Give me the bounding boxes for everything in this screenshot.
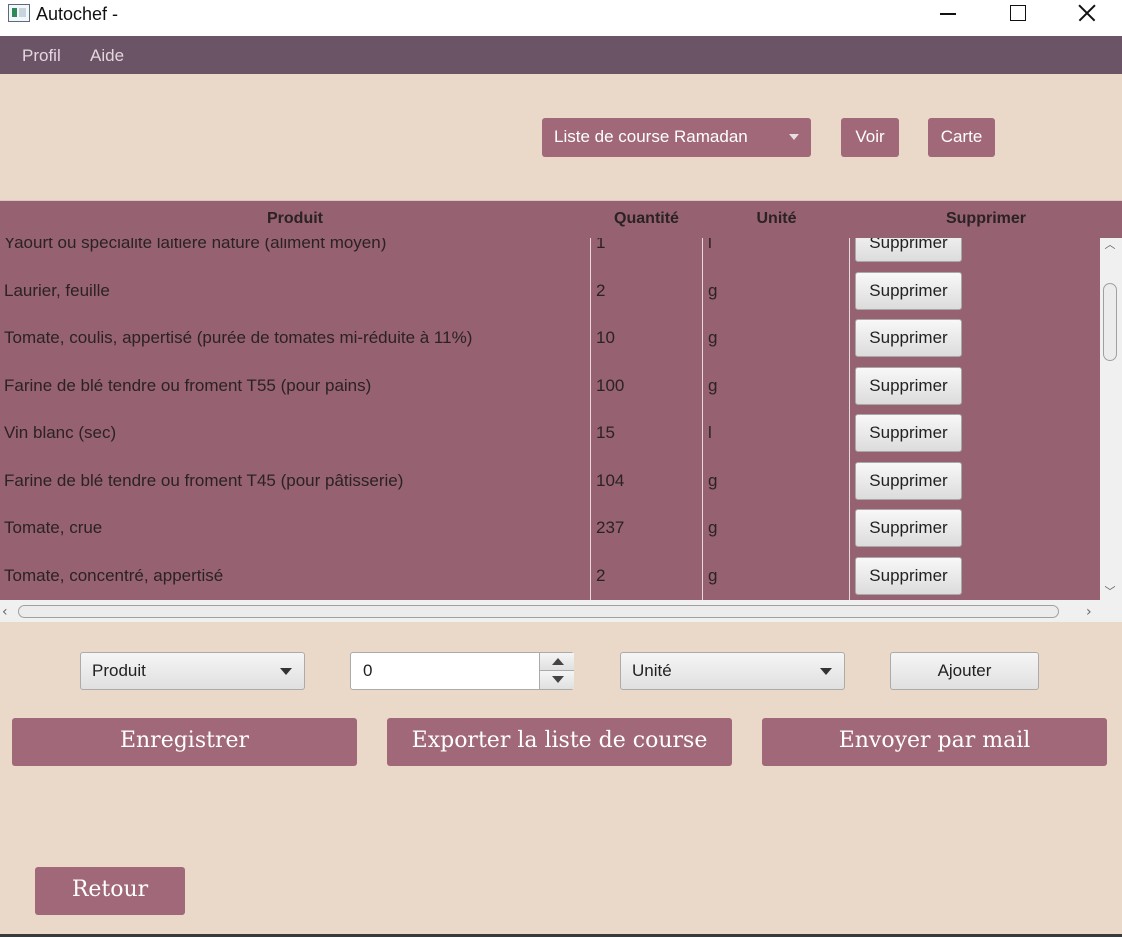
cell-quantite: 2 [596,280,606,300]
save-button[interactable]: Enregistrer [12,718,357,766]
window-title: Autochef - [36,4,119,24]
cell-produit: Farine de blé tendre ou froment T45 (pou… [4,470,404,490]
table-body: Yaourt ou spécialité laitière nature (al… [0,238,1100,600]
cell-unite: g [708,470,718,490]
scrollbar-corner [1100,600,1122,622]
delete-row-button[interactable]: Supprimer [855,271,962,310]
scroll-right-icon[interactable]: › [1086,604,1092,620]
cell-quantite: 15 [596,423,615,442]
cell-produit: Tomate, crue [4,518,103,537]
increment-icon[interactable] [539,653,574,671]
chevron-down-icon [789,134,799,140]
cell-quantite: 237 [596,518,625,537]
table-row[interactable]: Yaourt ou spécialité laitière nature (al… [0,238,1100,268]
app-icon [8,4,30,22]
unit-select-value: Unité [632,661,672,680]
table-row[interactable]: Farine de blé tendre ou froment T45 (pou… [0,458,1100,506]
cell-quantite: 10 [596,328,615,347]
maximize-icon[interactable] [994,0,1040,36]
decrement-icon[interactable] [539,671,574,689]
quantity-stepper[interactable]: 0 [350,652,574,690]
cell-unite: g [708,375,718,395]
shopping-list-table: Produit Quantité Unité Supprimer Yaourt … [0,200,1122,622]
delete-row-button[interactable]: Supprimer [855,556,962,595]
menu-bar: Profil Aide [0,36,1122,74]
column-header-quantite[interactable]: Quantité [590,210,703,228]
add-button[interactable]: Ajouter [890,652,1039,690]
minimize-icon[interactable] [925,0,971,36]
delete-row-button[interactable]: Supprimer [855,238,962,262]
chevron-down-icon [820,668,832,675]
product-select-value: Produit [92,661,146,680]
send-mail-button[interactable]: Envoyer par mail [762,718,1107,766]
cell-produit: Laurier, feuille [4,280,110,300]
delete-row-button[interactable]: Supprimer [855,366,962,405]
shopping-list-select[interactable]: Liste de course Ramadan [542,118,811,157]
cell-quantite: 100 [596,375,625,395]
product-select[interactable]: Produit [80,652,305,690]
cell-unite: g [708,565,718,585]
vertical-scroll-thumb[interactable] [1103,283,1117,361]
cell-unite: g [708,280,718,300]
horizontal-scrollbar[interactable]: ‹ › [0,600,1100,622]
delete-row-button[interactable]: Supprimer [855,414,962,452]
table-header: Produit Quantité Unité Supprimer [0,201,1122,238]
quantity-input[interactable]: 0 [351,653,539,689]
cell-quantite: 104 [596,470,625,490]
back-button[interactable]: Retour [35,867,185,915]
export-list-button[interactable]: Exporter la liste de course [387,718,732,766]
cell-quantite: 2 [596,565,606,585]
table-row[interactable]: Farine de blé tendre ou froment T55 (pou… [0,363,1100,411]
cell-produit: Vin blanc (sec) [4,423,117,442]
close-icon[interactable] [1064,0,1110,36]
cell-produit: Tomate, concentré, appertisé [4,565,224,585]
column-header-supprimer[interactable]: Supprimer [850,210,1122,228]
cell-produit: Tomate, coulis, appertisé (purée de toma… [4,328,473,347]
table-row[interactable]: Tomate, concentré, appertisé 2 g Supprim… [0,553,1100,601]
table-row[interactable]: Laurier, feuille 2 g Supprimer [0,268,1100,316]
table-row[interactable]: Tomate, crue 237 g Supprimer [0,505,1100,553]
carte-button[interactable]: Carte [928,118,995,157]
voir-button[interactable]: Voir [841,118,899,157]
cell-quantite: 1 [596,238,606,252]
scroll-down-icon[interactable]: ﹀ [1104,586,1116,597]
menu-aide[interactable]: Aide [90,46,124,66]
column-header-produit[interactable]: Produit [0,210,590,228]
title-bar: Autochef - [0,0,1122,36]
table-row[interactable]: Vin blanc (sec) 15 l Supprimer [0,410,1100,458]
menu-profil[interactable]: Profil [22,46,61,66]
cell-unite: g [708,328,718,347]
unit-select[interactable]: Unité [620,652,845,690]
delete-row-button[interactable]: Supprimer [855,461,962,500]
shopping-list-select-value: Liste de course Ramadan [554,127,748,146]
horizontal-scroll-thumb[interactable] [18,605,1059,618]
cell-unite: g [708,518,718,537]
scroll-up-icon[interactable]: ︿ [1104,239,1116,250]
chevron-down-icon [280,668,292,675]
cell-unite: l [708,238,712,252]
cell-produit: Yaourt ou spécialité laitière nature (al… [4,238,387,252]
delete-row-button[interactable]: Supprimer [855,509,962,547]
vertical-scrollbar[interactable]: ︿ ﹀ [1100,238,1122,600]
scroll-left-icon[interactable]: ‹ [2,604,8,620]
column-header-unite[interactable]: Unité [703,210,850,228]
cell-produit: Farine de blé tendre ou froment T55 (pou… [4,375,372,395]
table-row[interactable]: Tomate, coulis, appertisé (purée de toma… [0,315,1100,363]
delete-row-button[interactable]: Supprimer [855,319,962,357]
cell-unite: l [708,423,712,442]
